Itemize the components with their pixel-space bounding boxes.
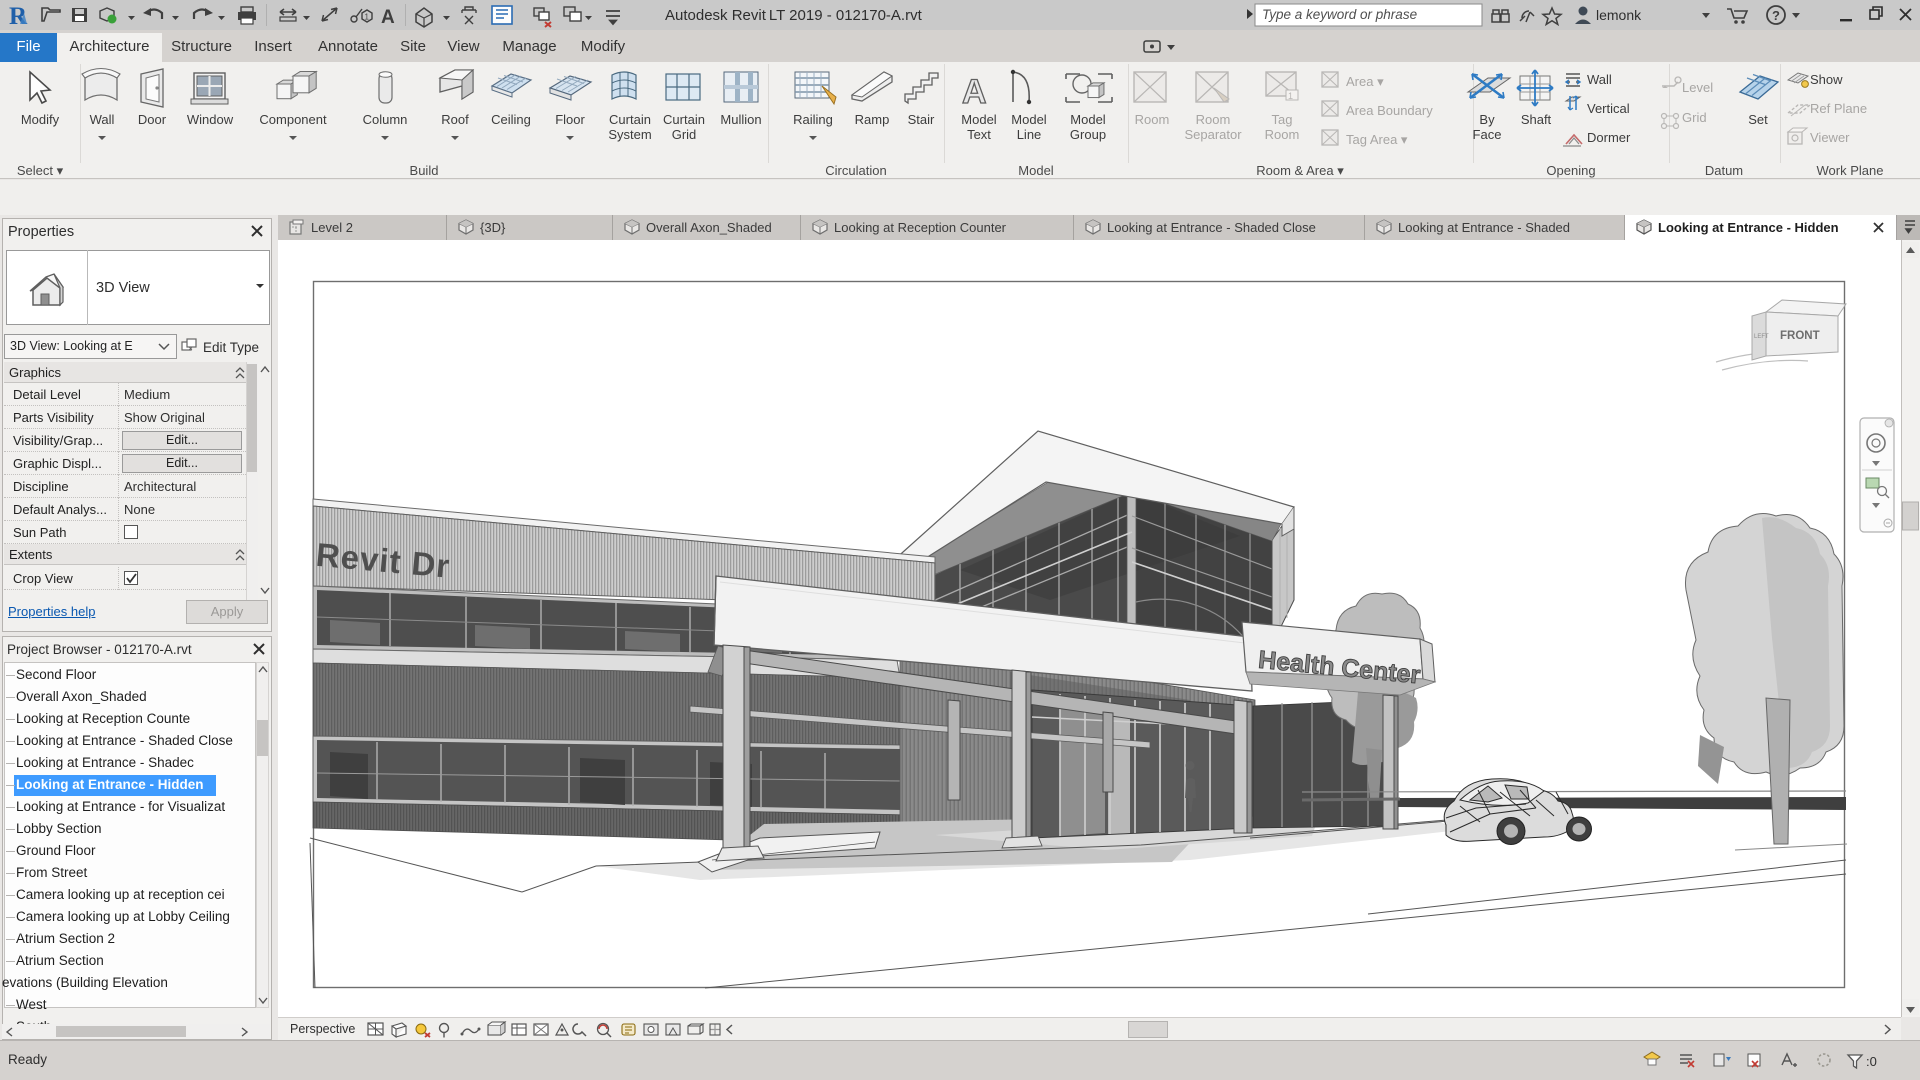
svg-text:lemonk: lemonk: [1596, 7, 1642, 23]
svg-text:FRONT: FRONT: [1780, 330, 1820, 342]
svg-text::0: :0: [1866, 1054, 1877, 1069]
svg-text:A: A: [381, 7, 395, 28]
svg-text:Type a keyword or phrase: Type a keyword or phrase: [1262, 7, 1417, 22]
svg-text:LEFT: LEFT: [1754, 334, 1769, 340]
svg-text:?: ?: [1772, 8, 1780, 23]
svg-text:R: R: [9, 3, 28, 30]
svg-text:1: 1: [365, 13, 370, 22]
